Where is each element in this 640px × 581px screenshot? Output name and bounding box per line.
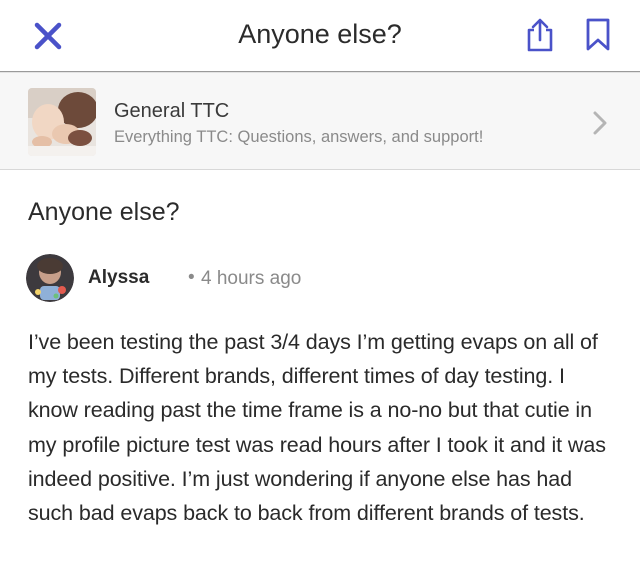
group-link[interactable]: General TTC Everything TTC: Questions, a… (0, 72, 640, 170)
chevron-right-icon (593, 111, 607, 135)
avatar[interactable] (26, 254, 74, 302)
author-name[interactable]: Alyssa (88, 266, 149, 290)
share-icon (527, 18, 553, 52)
separator-dot: • (188, 267, 195, 288)
close-button[interactable] (28, 16, 68, 56)
bookmark-icon (586, 18, 610, 51)
close-icon (34, 22, 62, 50)
group-thumbnail (28, 88, 96, 156)
share-button[interactable] (520, 14, 560, 56)
post-title: Anyone else? (28, 198, 180, 226)
post-author-row: Alyssa • 4 hours ago (26, 254, 426, 304)
top-bar: Anyone else? (0, 0, 640, 72)
group-description: Everything TTC: Questions, answers, and … (114, 128, 484, 146)
bookmark-button[interactable] (578, 14, 618, 56)
group-name: General TTC (114, 100, 230, 122)
post-body: I’ve been testing the past 3/4 days I’m … (28, 330, 606, 526)
post-timestamp: 4 hours ago (201, 268, 302, 289)
